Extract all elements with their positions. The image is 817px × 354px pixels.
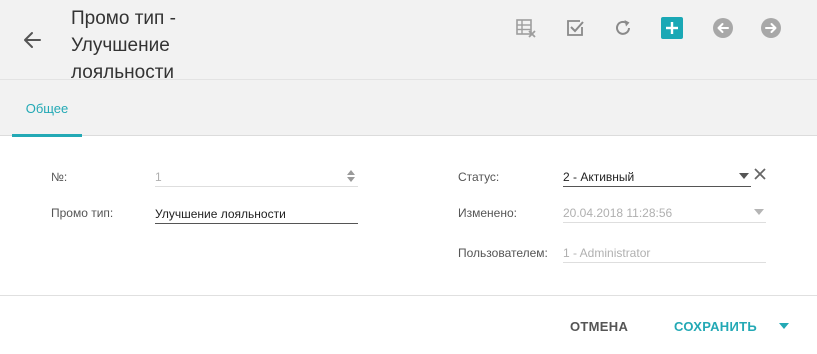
- clear-icon[interactable]: [754, 168, 766, 180]
- spinner-icon[interactable]: [346, 168, 356, 184]
- previous-button[interactable]: [712, 17, 734, 39]
- record-form: №: 1 Промо тип: Улучшение лояльности Ста…: [0, 137, 817, 295]
- tab-general[interactable]: Общее: [12, 80, 82, 137]
- cancel-button[interactable]: ОТМЕНА: [558, 312, 640, 340]
- changed-field: 20.04.2018 11:28:56: [563, 203, 766, 223]
- arrow-left-icon: [24, 32, 41, 48]
- previous-icon: [713, 18, 733, 38]
- table-delete-icon: [516, 19, 536, 38]
- add-button[interactable]: [661, 17, 683, 39]
- page-title: Промо тип - Улучшение лояльности: [71, 8, 176, 83]
- user-value: 1 - Administrator: [563, 246, 651, 260]
- tab-bar: Общее: [0, 80, 817, 137]
- user-field: 1 - Administrator: [563, 243, 766, 263]
- save-options-button[interactable]: [772, 314, 796, 338]
- chevron-down-icon: [754, 209, 764, 215]
- select-button[interactable]: [564, 17, 586, 39]
- status-label: Статус:: [458, 170, 500, 184]
- add-icon: [661, 17, 683, 39]
- chevron-down-icon: [779, 323, 789, 329]
- checkbox-icon: [567, 20, 584, 36]
- number-field[interactable]: 1: [155, 167, 358, 187]
- promo-type-input[interactable]: Улучшение лояльности: [155, 204, 358, 224]
- refresh-button[interactable]: [612, 17, 634, 39]
- refresh-icon: [616, 20, 630, 35]
- number-label: №:: [51, 170, 68, 184]
- page-header: Промо тип - Улучшение лояльности: [0, 0, 817, 83]
- back-button[interactable]: [20, 27, 46, 53]
- next-button[interactable]: [760, 17, 782, 39]
- user-label: Пользователем:: [458, 246, 548, 260]
- delete-table-button[interactable]: [515, 17, 537, 39]
- number-value: 1: [155, 170, 162, 184]
- promo-type-value: Улучшение лояльности: [155, 207, 286, 221]
- next-icon: [761, 18, 781, 38]
- save-button[interactable]: СОХРАНИТЬ: [662, 312, 769, 340]
- status-select[interactable]: 2 - Активный: [563, 167, 751, 187]
- chevron-down-icon: [739, 173, 749, 179]
- changed-label: Изменено:: [458, 206, 517, 220]
- promo-type-label: Промо тип:: [51, 206, 114, 220]
- status-value: 2 - Активный: [563, 170, 635, 184]
- form-footer: ОТМЕНА СОХРАНИТЬ: [0, 295, 817, 354]
- changed-value: 20.04.2018 11:28:56: [563, 206, 673, 220]
